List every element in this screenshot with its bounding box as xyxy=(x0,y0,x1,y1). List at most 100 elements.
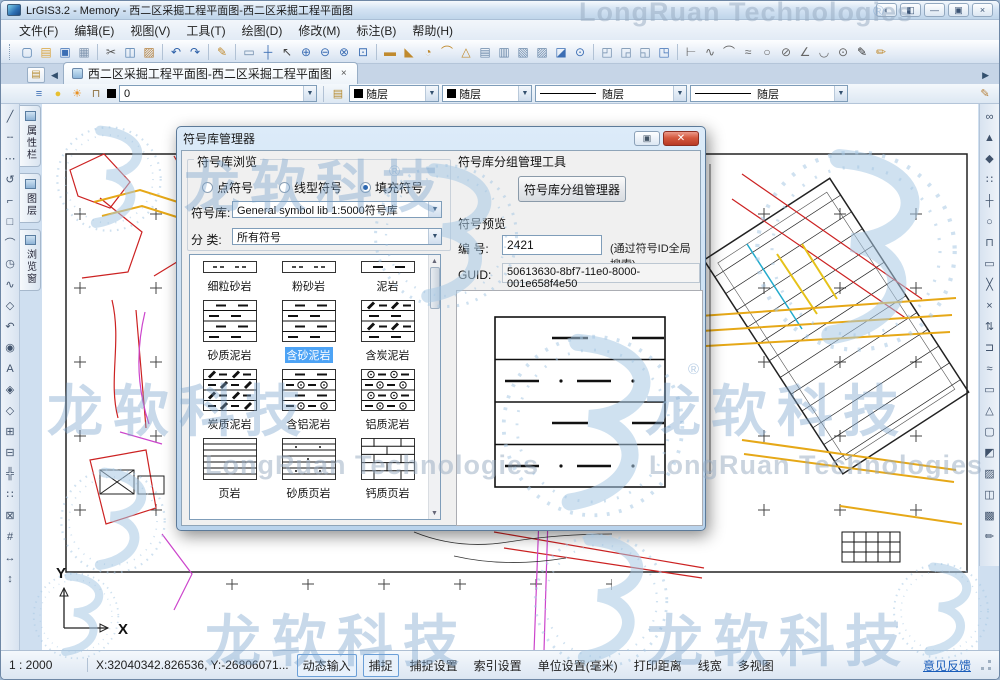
pencil-icon[interactable]: ✎ xyxy=(977,86,993,102)
lock-icon[interactable]: ⊓ xyxy=(88,86,104,102)
chevron-down-icon[interactable]: ▼ xyxy=(673,86,686,101)
style-button[interactable]: ◧ xyxy=(900,3,921,17)
camera-icon[interactable]: ◉ xyxy=(2,337,19,358)
radio-point-symbol[interactable]: 点符号 xyxy=(202,179,253,196)
pan-icon[interactable]: ┼ xyxy=(259,43,277,61)
sun-icon[interactable]: ☀ xyxy=(69,86,85,102)
menu-item[interactable]: 编辑(E) xyxy=(66,20,122,41)
group-manager-button[interactable]: 符号库分组管理器 xyxy=(518,176,626,202)
zoom-all-icon[interactable]: ⊗ xyxy=(335,43,353,61)
grid-add-icon[interactable]: ⊞ xyxy=(2,421,19,442)
link-icon[interactable]: ∞ xyxy=(981,106,998,127)
print-icon[interactable]: ▦ xyxy=(75,43,93,61)
point-line-icon[interactable]: ⋯ xyxy=(2,148,19,169)
chevron-down-icon[interactable]: ▼ xyxy=(518,86,531,101)
info-icon[interactable]: ⊙ xyxy=(571,43,589,61)
hatch-icon[interactable]: ▨ xyxy=(981,463,998,484)
scroll-up-icon[interactable]: ▲ xyxy=(431,255,438,267)
clock-icon[interactable]: ◷ xyxy=(2,253,19,274)
symbol-item[interactable]: 含铝泥岩 xyxy=(269,363,348,432)
undo-curve-icon[interactable]: ↺ xyxy=(2,169,19,190)
menu-item[interactable]: 工具(T) xyxy=(178,20,233,41)
edit-icon[interactable]: ✏ xyxy=(981,526,998,547)
tab-nav-left-icon[interactable]: ◀ xyxy=(49,70,63,84)
menu-item[interactable]: 文件(F) xyxy=(11,20,66,41)
break-icon[interactable]: ╳ xyxy=(981,274,998,295)
symbol-item[interactable]: 含炭泥岩 xyxy=(348,294,427,363)
new-icon[interactable]: ▢ xyxy=(18,43,36,61)
overlap-icon[interactable]: ◫ xyxy=(981,484,998,505)
arc2-icon[interactable]: ◡ xyxy=(815,43,833,61)
spline-icon[interactable]: ≈ xyxy=(739,43,757,61)
maximize-button[interactable]: ▣ xyxy=(948,3,969,17)
symbol-item[interactable]: 泥岩 xyxy=(348,255,427,294)
no-draw-icon[interactable]: ⊘ xyxy=(777,43,795,61)
dialog-help-button[interactable]: ▣ xyxy=(634,131,660,146)
undo-icon[interactable]: ↶ xyxy=(167,43,185,61)
chevron-down-icon[interactable]: ▼ xyxy=(428,229,441,244)
stretch-v-icon[interactable]: ↕ xyxy=(2,568,19,589)
move-icon[interactable]: ┼ xyxy=(981,190,998,211)
scatter-icon[interactable]: ∷ xyxy=(2,484,19,505)
chevron-down-icon[interactable]: ▼ xyxy=(428,202,441,217)
pen-icon[interactable]: ✎ xyxy=(853,43,871,61)
clip-d-icon[interactable]: ◳ xyxy=(655,43,673,61)
polyline-icon[interactable]: ∿ xyxy=(701,43,719,61)
hash-icon[interactable]: # xyxy=(2,526,19,547)
line-icon[interactable]: ╱ xyxy=(2,106,19,127)
status-toggle[interactable]: 线宽 xyxy=(693,655,727,676)
toolbar-drag-handle[interactable] xyxy=(9,44,13,60)
node-grid-icon[interactable]: ╬ xyxy=(2,463,19,484)
square-icon[interactable]: ▢ xyxy=(981,421,998,442)
tab-list-button[interactable]: ▤ xyxy=(27,67,45,83)
radio-line-symbol[interactable]: 线型符号 xyxy=(279,179,342,196)
rect2-icon[interactable]: ▭ xyxy=(981,379,998,400)
feedback-link[interactable]: 意见反馈 xyxy=(923,657,971,674)
menu-item[interactable]: 绘图(D) xyxy=(234,20,291,41)
symbol-item[interactable]: 砂质页岩 xyxy=(269,432,348,501)
compass-icon[interactable]: ⌒ xyxy=(438,43,456,61)
circle-icon[interactable]: ○ xyxy=(981,211,998,232)
symbol-library-manager-dialog[interactable]: 符号库管理器 ▣ ✕ 符号库浏览 点符号 线型符号 填充符号 符号库: xyxy=(176,126,706,531)
symbol-item[interactable]: 页岩 xyxy=(190,432,269,501)
linetype-combo[interactable]: 随层 ▼ xyxy=(535,85,687,102)
node-edit-icon[interactable]: ⊢ xyxy=(682,43,700,61)
menu-item[interactable]: 修改(M) xyxy=(290,20,348,41)
status-toggle[interactable]: 多视图 xyxy=(733,655,779,676)
set-square-icon[interactable]: ◣ xyxy=(400,43,418,61)
dock-tab[interactable]: 浏览窗 xyxy=(20,229,41,291)
radio-icon[interactable] xyxy=(279,182,290,193)
close-button[interactable]: × xyxy=(972,3,993,17)
status-toggle[interactable]: 捕捉设置 xyxy=(405,655,463,676)
zoom-out-icon[interactable]: ⊖ xyxy=(316,43,334,61)
select-icon[interactable]: ↖ xyxy=(278,43,296,61)
rectangle-icon[interactable]: □ xyxy=(2,211,19,232)
library-combo[interactable]: General symbol lib 1:5000符号库 ▼ xyxy=(232,201,442,218)
radio-icon[interactable] xyxy=(360,182,371,193)
arc-tool-icon[interactable]: ⌒ xyxy=(720,43,738,61)
save-icon[interactable]: ▣ xyxy=(56,43,74,61)
menu-item[interactable]: 视图(V) xyxy=(122,20,178,41)
chevron-down-icon[interactable]: ▼ xyxy=(303,86,316,101)
clip-a-icon[interactable]: ◰ xyxy=(598,43,616,61)
diamond-small-icon[interactable]: ◇ xyxy=(2,295,19,316)
triangle-fill-icon[interactable]: ▲ xyxy=(981,127,998,148)
tab-nav-right-icon[interactable]: ▶ xyxy=(982,70,999,84)
ruler-icon[interactable]: ▬ xyxy=(381,43,399,61)
symbol-list-scrollbar[interactable]: ▲ ▼ xyxy=(428,255,440,519)
flag-icon[interactable]: ◪ xyxy=(552,43,570,61)
bulb-icon[interactable]: ● xyxy=(50,86,66,102)
symbol-id-input[interactable]: 2421 xyxy=(502,235,602,255)
scroll-thumb[interactable] xyxy=(430,267,440,309)
copy-icon[interactable]: ◫ xyxy=(121,43,139,61)
step-line-icon[interactable]: ⌐ xyxy=(2,190,19,211)
symbol-list[interactable]: 细粒砂岩粉砂岩泥岩砂质泥岩含砂泥岩含炭泥岩炭质泥岩含铝泥岩铝质泥岩页岩砂质页岩钙… xyxy=(189,254,441,520)
cloud-icon[interactable]: ◆ xyxy=(981,148,998,169)
status-toggle[interactable]: 索引设置 xyxy=(469,655,527,676)
color2-combo[interactable]: 随层 ▼ xyxy=(442,85,532,102)
corner-icon[interactable]: ◩ xyxy=(981,442,998,463)
wave-icon[interactable]: ∿ xyxy=(2,274,19,295)
stretch-h-icon[interactable]: ↔ xyxy=(2,547,19,568)
fill-icon[interactable]: ▩ xyxy=(981,505,998,526)
open-icon[interactable]: ▤ xyxy=(37,43,55,61)
